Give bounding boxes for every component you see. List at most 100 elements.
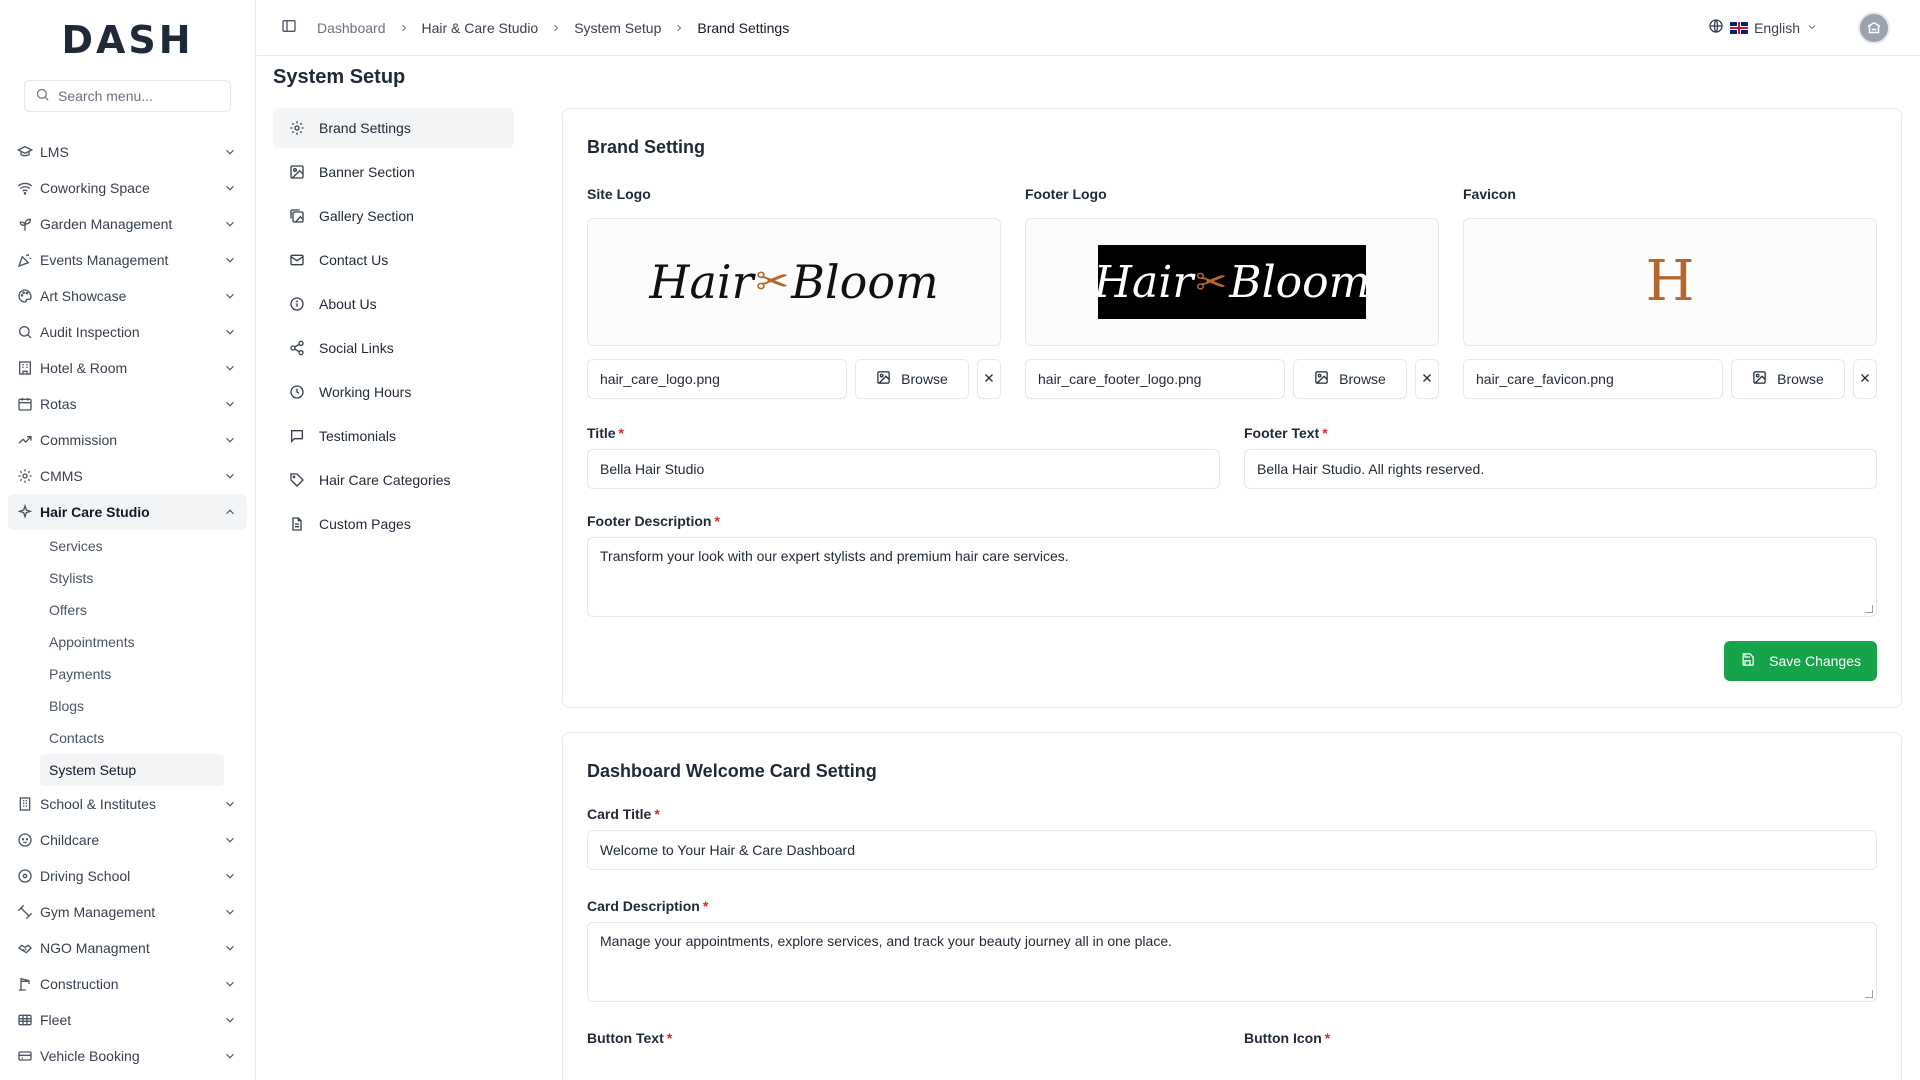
settings-tab-banner-section[interactable]: Banner Section bbox=[273, 152, 514, 192]
search-input[interactable] bbox=[58, 88, 220, 104]
sidebar-toggle-button[interactable] bbox=[273, 12, 305, 44]
title-input[interactable]: Bella Hair Studio bbox=[587, 449, 1220, 489]
search-box[interactable] bbox=[24, 80, 231, 112]
sidebar-item-art-showcase[interactable]: Art Showcase bbox=[8, 278, 247, 314]
chevron-down-icon[interactable] bbox=[223, 433, 237, 447]
language-label: English bbox=[1754, 19, 1800, 36]
sidebar-item-coworking-space[interactable]: Coworking Space bbox=[8, 170, 247, 206]
favicon-browse-button[interactable]: Browse bbox=[1731, 359, 1845, 399]
chevron-down-icon[interactable] bbox=[223, 145, 237, 159]
chevron-down-icon[interactable] bbox=[223, 869, 237, 883]
favicon-logo: H bbox=[1645, 249, 1695, 314]
mail-icon bbox=[289, 252, 305, 268]
handshake-icon bbox=[16, 939, 34, 957]
sidebar-subitem-system-setup[interactable]: System Setup bbox=[40, 754, 224, 786]
chevron-down-icon[interactable] bbox=[223, 941, 237, 955]
settings-tab-custom-pages[interactable]: Custom Pages bbox=[273, 504, 514, 544]
sidebar-item-rotas[interactable]: Rotas bbox=[8, 386, 247, 422]
title-footer-row: Title * Bella Hair Studio Footer Text * Be… bbox=[587, 425, 1877, 489]
card-title-input[interactable]: Welcome to Your Hair & Care Dashboard bbox=[587, 830, 1877, 870]
footer-logo-browse-button[interactable]: Browse bbox=[1293, 359, 1407, 399]
sparkle-icon bbox=[16, 503, 34, 521]
close-icon bbox=[1859, 371, 1871, 387]
chevron-down-icon[interactable] bbox=[223, 1013, 237, 1027]
sidebar-item-hotel-room[interactable]: Hotel & Room bbox=[8, 350, 247, 386]
sidebar-subitem-offers[interactable]: Offers bbox=[40, 594, 224, 626]
footer-logo-clear-button[interactable] bbox=[1415, 359, 1439, 399]
logo-uploads: Site Logo Hair ✂ Bloom hair_care_logo.pn… bbox=[587, 186, 1877, 399]
sidebar-item-ngo-managment[interactable]: NGO Managment bbox=[8, 930, 247, 966]
favicon-clear-button[interactable] bbox=[1853, 359, 1877, 399]
sidebar-subitem-stylists[interactable]: Stylists bbox=[40, 562, 224, 594]
chevron-down-icon[interactable] bbox=[223, 977, 237, 991]
sidebar-item-school-institutes[interactable]: School & Institutes bbox=[8, 786, 247, 822]
plant-icon bbox=[16, 215, 34, 233]
chevron-down-icon[interactable] bbox=[223, 469, 237, 483]
hair-bloom-logo: Hair ✂ Bloom bbox=[649, 255, 939, 309]
site-logo-file-input[interactable]: hair_care_logo.png bbox=[587, 359, 847, 399]
footer-logo-file-input[interactable]: hair_care_footer_logo.png bbox=[1025, 359, 1285, 399]
chevron-down-icon[interactable] bbox=[223, 325, 237, 339]
sidebar-item-vehicle-booking[interactable]: Vehicle Booking bbox=[8, 1038, 247, 1074]
sidebar-item-childcare[interactable]: Childcare bbox=[8, 822, 247, 858]
avatar[interactable] bbox=[1858, 11, 1890, 44]
sidebar-item-cmms[interactable]: CMMS bbox=[8, 458, 247, 494]
card-description-textarea[interactable]: Manage your appointments, explore servic… bbox=[587, 922, 1877, 1002]
brand-logo[interactable]: DASH bbox=[0, 0, 255, 80]
settings-tab-working-hours[interactable]: Working Hours bbox=[273, 372, 514, 412]
sidebar-item-label: Fleet bbox=[40, 1012, 72, 1028]
sidebar-item-garden-management[interactable]: Garden Management bbox=[8, 206, 247, 242]
sidebar-item-construction[interactable]: Construction bbox=[8, 966, 247, 1002]
sidebar-item-commission[interactable]: Commission bbox=[8, 422, 247, 458]
site-logo-browse-button[interactable]: Browse bbox=[855, 359, 969, 399]
sidebar-item-driving-school[interactable]: Driving School bbox=[8, 858, 247, 894]
site-logo-clear-button[interactable] bbox=[977, 359, 1001, 399]
breadcrumb-dashboard[interactable]: Dashboard bbox=[317, 20, 386, 36]
settings-tab-hair-care-categories[interactable]: Hair Care Categories bbox=[273, 460, 514, 500]
chevron-down-icon[interactable] bbox=[223, 833, 237, 847]
sidebar-item-events-management[interactable]: Events Management bbox=[8, 242, 247, 278]
chevron-down-icon[interactable] bbox=[223, 1049, 237, 1063]
chevron-down-icon[interactable] bbox=[223, 397, 237, 411]
chevron-down-icon[interactable] bbox=[223, 905, 237, 919]
sidebar-item-fleet[interactable]: Fleet bbox=[8, 1002, 247, 1038]
sidebar-item-gym-management[interactable]: Gym Management bbox=[8, 894, 247, 930]
chevron-down-icon[interactable] bbox=[223, 253, 237, 267]
card-description-field-group: Card Description * Manage your appointmen… bbox=[587, 898, 1877, 1002]
favicon-preview: H bbox=[1463, 218, 1877, 346]
chevron-down-icon[interactable] bbox=[223, 797, 237, 811]
sidebar-item-label: Vehicle Booking bbox=[40, 1048, 140, 1064]
sidebar-subitem-appointments[interactable]: Appointments bbox=[40, 626, 224, 658]
site-logo-upload: Site Logo Hair ✂ Bloom hair_care_logo.pn… bbox=[587, 186, 1001, 399]
language-selector[interactable]: English bbox=[1708, 18, 1818, 37]
settings-tab-social-links[interactable]: Social Links bbox=[273, 328, 514, 368]
topbar-actions: English bbox=[1708, 11, 1890, 44]
save-changes-button[interactable]: Save Changes bbox=[1724, 641, 1877, 681]
footer-text-input[interactable]: Bella Hair Studio. All rights reserved. bbox=[1244, 449, 1877, 489]
wifi-icon bbox=[16, 179, 34, 197]
settings-tab-testimonials[interactable]: Testimonials bbox=[273, 416, 514, 456]
sidebar-subitem-services[interactable]: Services bbox=[40, 530, 224, 562]
sidebar-item-audit-inspection[interactable]: Audit Inspection bbox=[8, 314, 247, 350]
chevron-down-icon[interactable] bbox=[223, 217, 237, 231]
settings-tab-gallery-section[interactable]: Gallery Section bbox=[273, 196, 514, 236]
chevron-down-icon[interactable] bbox=[223, 289, 237, 303]
breadcrumb-system-setup[interactable]: System Setup bbox=[574, 20, 661, 36]
sidebar-subitem-contacts[interactable]: Contacts bbox=[40, 722, 224, 754]
footer-description-textarea[interactable]: Transform your look with our expert styl… bbox=[587, 537, 1877, 617]
sidebar-subitem-blogs[interactable]: Blogs bbox=[40, 690, 224, 722]
chevron-up-icon[interactable] bbox=[223, 505, 237, 519]
sidebar-item-hair-care-studio[interactable]: Hair Care Studio bbox=[8, 494, 247, 530]
save-row: Save Changes bbox=[587, 641, 1877, 681]
settings-tab-contact-us[interactable]: Contact Us bbox=[273, 240, 514, 280]
chevron-right-icon bbox=[550, 22, 562, 34]
favicon-upload: Favicon H hair_care_favicon.png Browse bbox=[1463, 186, 1877, 399]
favicon-file-input[interactable]: hair_care_favicon.png bbox=[1463, 359, 1723, 399]
settings-tab-about-us[interactable]: About Us bbox=[273, 284, 514, 324]
settings-tab-brand-settings[interactable]: Brand Settings bbox=[273, 108, 514, 148]
chevron-down-icon[interactable] bbox=[223, 361, 237, 375]
chevron-down-icon[interactable] bbox=[223, 181, 237, 195]
breadcrumb-hair-care-studio[interactable]: Hair & Care Studio bbox=[422, 20, 539, 36]
sidebar-subitem-payments[interactable]: Payments bbox=[40, 658, 224, 690]
sidebar-item-lms[interactable]: LMS bbox=[8, 134, 247, 170]
